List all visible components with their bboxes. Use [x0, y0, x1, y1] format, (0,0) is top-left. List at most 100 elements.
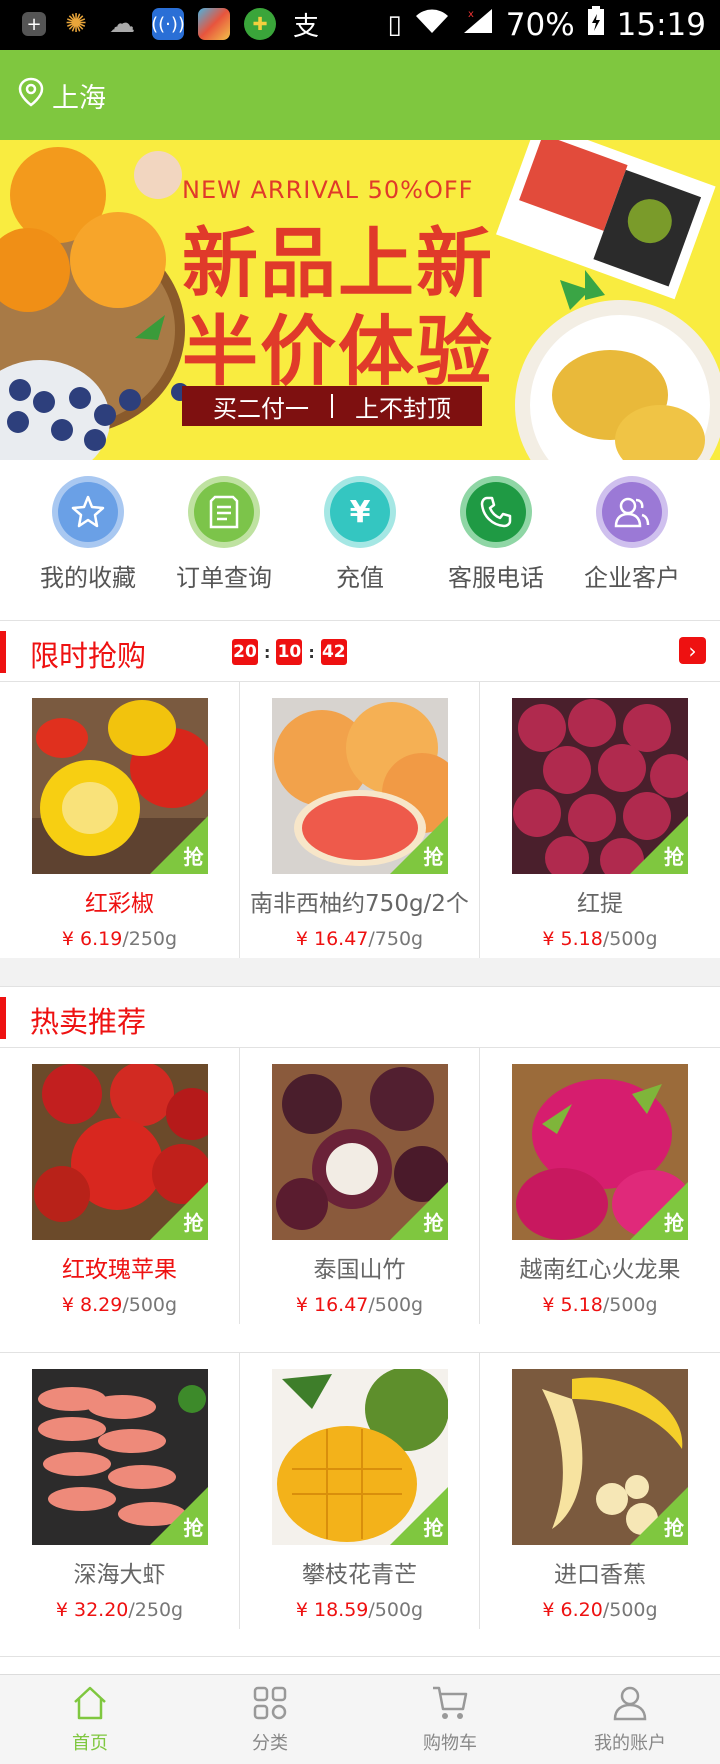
product-image-grapefruit: 抢	[271, 698, 448, 874]
product-card[interactable]: 抢 越南红心火龙果 ¥ 5.18/500g	[480, 1048, 720, 1324]
hot-recommend-header: 热卖推荐	[0, 987, 720, 1047]
banner-headline-2: 半价体验	[182, 307, 494, 396]
flash-sale-title: 限时抢购	[30, 639, 147, 673]
product-name: 红提	[577, 891, 623, 917]
product-card[interactable]: 抢 攀枝花青芒 ¥ 18.59/500g	[240, 1353, 480, 1629]
product-price: ¥ 6.19/250g	[61, 928, 178, 950]
product-price: ¥ 16.47/500g	[295, 1294, 424, 1316]
battery-level: 70%	[505, 7, 575, 43]
quick-label: 企业客户	[584, 564, 680, 592]
product-name: 越南红心火龙果	[519, 1257, 681, 1283]
section-marker	[0, 997, 6, 1039]
product-price: ¥ 18.59/500g	[295, 1599, 424, 1621]
wifi-app-icon: ((·))	[151, 8, 185, 40]
alipay-icon: 支	[292, 11, 319, 42]
location-label: 上海	[52, 83, 106, 114]
product-image-mangosteen: 抢	[271, 1064, 448, 1240]
timer-hours: 20	[232, 639, 258, 665]
tab-label: 首页	[72, 1732, 108, 1754]
quick-label: 订单查询	[176, 564, 272, 592]
clock: 15:19	[616, 7, 706, 43]
product-card[interactable]: 抢 泰国山竹 ¥ 16.47/500g	[240, 1048, 480, 1324]
home-icon	[72, 1685, 108, 1725]
timer-separator: :	[308, 642, 315, 662]
order-icon	[194, 482, 254, 542]
product-card[interactable]: 抢 红彩椒 ¥ 6.19/250g	[0, 682, 240, 958]
product-image-banana: 抢	[512, 1369, 688, 1545]
grab-badge: 抢	[664, 1516, 684, 1540]
grid-icon	[252, 1685, 288, 1725]
tab-home[interactable]: 首页	[0, 1675, 180, 1764]
tab-account[interactable]: 我的账户	[540, 1675, 720, 1764]
flash-sale-more-button[interactable]: ›	[679, 637, 706, 664]
bottom-tab-bar: 首页 分类 购物车 我的账户	[0, 1674, 720, 1764]
flash-sale-header: 限时抢购 20 : 10 : 42 ›	[0, 621, 720, 681]
countdown-timer: 20 : 10 : 42	[232, 639, 347, 665]
product-card[interactable]: 抢 红玫瑰苹果 ¥ 8.29/500g	[0, 1048, 240, 1324]
battery-icon	[587, 6, 605, 44]
grab-badge: 抢	[423, 845, 444, 869]
product-price: ¥ 6.20/500g	[542, 1599, 658, 1621]
product-name: 深海大虾	[73, 1562, 166, 1588]
grab-badge: 抢	[664, 845, 684, 869]
phone-icon	[466, 482, 526, 542]
uc-browser-icon: ✺	[65, 9, 87, 39]
quick-label: 充值	[336, 564, 384, 592]
star-icon	[58, 482, 118, 542]
product-price: ¥ 5.18/500g	[542, 928, 658, 950]
banner-tag-left: 买二付一	[213, 394, 309, 423]
yen-icon: ¥	[330, 482, 390, 542]
location-pin-icon	[18, 77, 44, 114]
banner-tag-strip: 买二付一 上不封顶	[182, 386, 482, 426]
timer-minutes: 10	[276, 639, 303, 665]
product-price: ¥ 16.47/750g	[295, 928, 424, 950]
quick-favorites[interactable]: 我的收藏	[23, 476, 153, 606]
product-price: ¥ 32.20/250g	[55, 1599, 184, 1621]
product-card[interactable]: 抢 南非西柚约750g/2个 ¥ 16.47/750g	[240, 682, 480, 958]
product-image-red-pepper: 抢	[31, 698, 208, 874]
tab-label: 分类	[252, 1732, 288, 1754]
users-icon	[602, 482, 662, 542]
divider	[0, 1656, 720, 1657]
product-image-apple: 抢	[31, 1064, 208, 1240]
promo-banner[interactable]: NEW ARRIVAL 50%OFF 新品上新 半价体验 买二付一 上不封顶	[0, 140, 720, 460]
quick-service-phone[interactable]: 客服电话	[431, 476, 561, 606]
flash-sale-grid: 抢 红彩椒 ¥ 6.19/250g 抢 南非西柚约750g/2个 ¥ 16.47…	[0, 682, 720, 958]
hot-grid-row-1: 抢 红玫瑰苹果 ¥ 8.29/500g 抢 泰国山竹 ¥ 16.47/500g …	[0, 1048, 720, 1324]
product-name: 红玫瑰苹果	[62, 1257, 177, 1283]
product-card[interactable]: 抢 深海大虾 ¥ 32.20/250g	[0, 1353, 240, 1629]
section-marker	[0, 631, 6, 673]
quick-order-query[interactable]: 订单查询	[159, 476, 289, 606]
grab-badge: 抢	[183, 1211, 204, 1235]
quick-enterprise[interactable]: 企业客户	[567, 476, 697, 606]
banner-tag-divider	[331, 394, 333, 418]
cart-icon	[431, 1685, 469, 1725]
status-bar: + ✺ ☁ ((·)) ✚ 支 ▯ x 70% 15:19	[0, 0, 720, 50]
timer-seconds: 42	[320, 639, 347, 665]
quick-label: 我的收藏	[40, 564, 136, 592]
product-image-shrimp: 抢	[31, 1369, 208, 1545]
section-gap	[0, 958, 720, 986]
product-name: 泰国山竹	[313, 1257, 406, 1283]
tab-category[interactable]: 分类	[180, 1675, 360, 1764]
tab-label: 我的账户	[594, 1732, 666, 1754]
location-selector[interactable]: 上海	[18, 76, 106, 115]
tab-cart[interactable]: 购物车	[360, 1675, 540, 1764]
brand-logo	[280, 60, 450, 130]
timer-separator: :	[264, 642, 271, 662]
quick-label: 客服电话	[448, 564, 544, 592]
product-image-mango: 抢	[271, 1369, 448, 1545]
product-name: 进口香蕉	[554, 1562, 646, 1588]
grab-badge: 抢	[183, 845, 204, 869]
user-icon	[612, 1685, 648, 1725]
product-name: 攀枝花青芒	[302, 1562, 417, 1588]
signal-icon: x	[462, 7, 494, 43]
app-store-icon	[198, 8, 230, 40]
product-card[interactable]: 抢 进口香蕉 ¥ 6.20/500g	[480, 1353, 720, 1629]
banner-tag-right: 上不封顶	[355, 394, 451, 423]
product-price: ¥ 8.29/500g	[61, 1294, 178, 1316]
quick-recharge[interactable]: ¥ 充值	[295, 476, 425, 606]
svg-text:x: x	[468, 9, 474, 20]
product-card[interactable]: 抢 红提 ¥ 5.18/500g	[480, 682, 720, 958]
banner-english-text: NEW ARRIVAL 50%OFF	[182, 176, 474, 204]
